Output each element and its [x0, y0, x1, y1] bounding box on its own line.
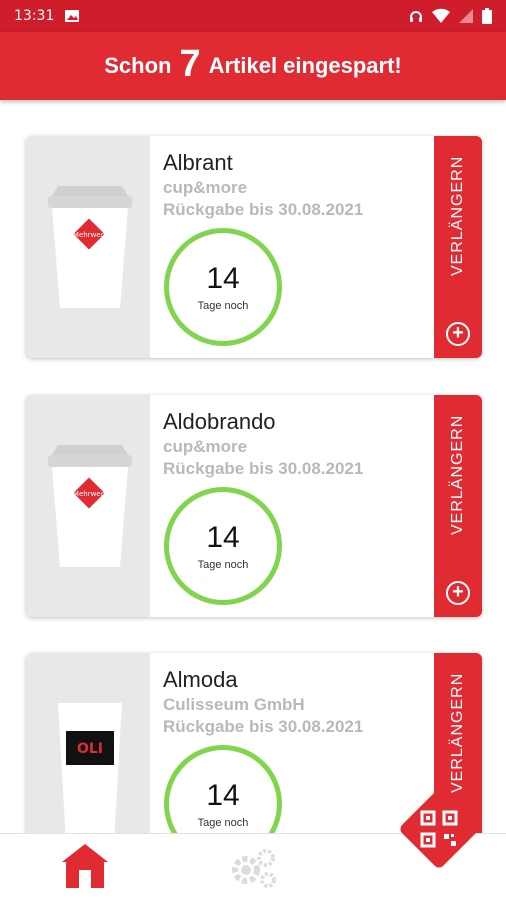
- gallery-icon: [65, 10, 80, 22]
- cup-image: Mehrweg: [26, 395, 150, 617]
- item-return-date: Rückgabe bis 30.08.2021: [163, 200, 364, 219]
- extend-label: VERLÄNGERN: [449, 155, 466, 277]
- days-remaining-label: Tage noch: [197, 559, 249, 571]
- days-remaining-ring: 14 Tage noch: [164, 228, 282, 346]
- banner-suffix: Artikel eingespart!: [208, 53, 402, 78]
- wifi-icon: [432, 8, 450, 23]
- qr-code-button[interactable]: [396, 786, 482, 872]
- savings-banner: Schon 7 Artikel eingespart!: [0, 32, 506, 100]
- extend-button[interactable]: VERLÄNGERN +: [434, 395, 482, 617]
- extend-label: VERLÄNGERN: [449, 414, 466, 536]
- banner-prefix: Schon: [104, 53, 172, 78]
- plus-circle-icon: +: [446, 581, 470, 605]
- days-remaining-number: 14: [206, 779, 240, 812]
- gears-icon[interactable]: [228, 846, 280, 890]
- item-card[interactable]: Mehrweg Aldobrando cup&more Rückgabe bis…: [26, 395, 482, 617]
- item-card[interactable]: Mehrweg Albrant cup&more Rückgabe bis 30…: [26, 136, 482, 358]
- item-info: Aldobrando cup&more Rückgabe bis 30.08.2…: [163, 409, 363, 479]
- status-time: 13:31: [14, 8, 55, 24]
- item-info: Albrant cup&more Rückgabe bis 30.08.2021: [163, 150, 363, 220]
- extend-label: VERLÄNGERN: [449, 672, 466, 794]
- item-name: Almoda: [163, 667, 238, 692]
- days-remaining-label: Tage noch: [197, 817, 249, 829]
- extend-button[interactable]: VERLÄNGERN +: [434, 136, 482, 358]
- days-remaining-ring: 14 Tage noch: [164, 745, 282, 833]
- cup-image: Mehrweg: [26, 136, 150, 358]
- svg-text:OLI: OLI: [77, 741, 103, 757]
- svg-text:Mehrweg: Mehrweg: [73, 231, 105, 239]
- days-remaining-number: 14: [206, 262, 240, 295]
- headset-icon: [410, 11, 422, 22]
- status-bar: 13:31: [0, 0, 506, 32]
- cup-image: OLI: [26, 653, 150, 833]
- item-vendor: cup&more: [163, 178, 248, 197]
- item-return-date: Rückgabe bis 30.08.2021: [163, 459, 364, 478]
- signal-icon: [459, 9, 473, 23]
- days-remaining-label: Tage noch: [197, 300, 249, 312]
- svg-text:Mehrweg: Mehrweg: [73, 490, 105, 498]
- item-vendor: cup&more: [163, 437, 248, 456]
- item-name: Aldobrando: [163, 409, 276, 434]
- item-name: Albrant: [163, 150, 233, 175]
- item-vendor: Culisseum GmbH: [163, 695, 305, 714]
- home-icon[interactable]: [60, 842, 110, 890]
- banner-count: 7: [179, 42, 201, 85]
- days-remaining-ring: 14 Tage noch: [164, 487, 282, 605]
- plus-circle-icon: +: [446, 322, 470, 346]
- item-list[interactable]: Mehrweg Albrant cup&more Rückgabe bis 30…: [0, 100, 506, 833]
- battery-icon: [482, 8, 492, 24]
- item-info: Almoda Culisseum GmbH Rückgabe bis 30.08…: [163, 667, 363, 737]
- days-remaining-number: 14: [206, 521, 240, 554]
- item-return-date: Rückgabe bis 30.08.2021: [163, 717, 364, 736]
